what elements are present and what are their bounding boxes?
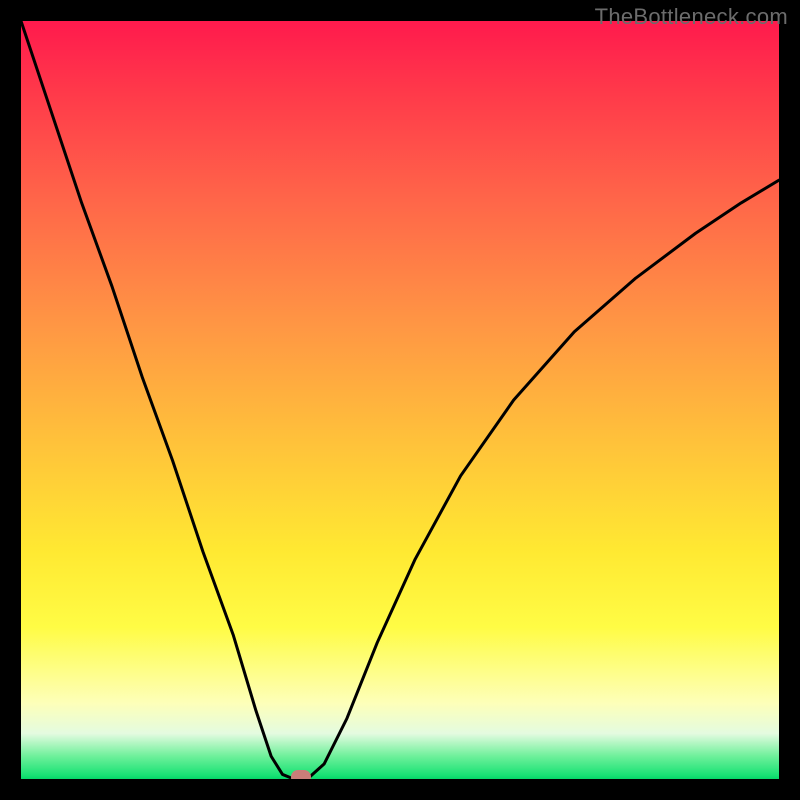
attribution-label: TheBottleneck.com — [595, 4, 788, 30]
bottleneck-chart — [21, 21, 779, 779]
bottleneck-curve — [21, 21, 779, 779]
optimal-point-marker — [291, 770, 311, 779]
